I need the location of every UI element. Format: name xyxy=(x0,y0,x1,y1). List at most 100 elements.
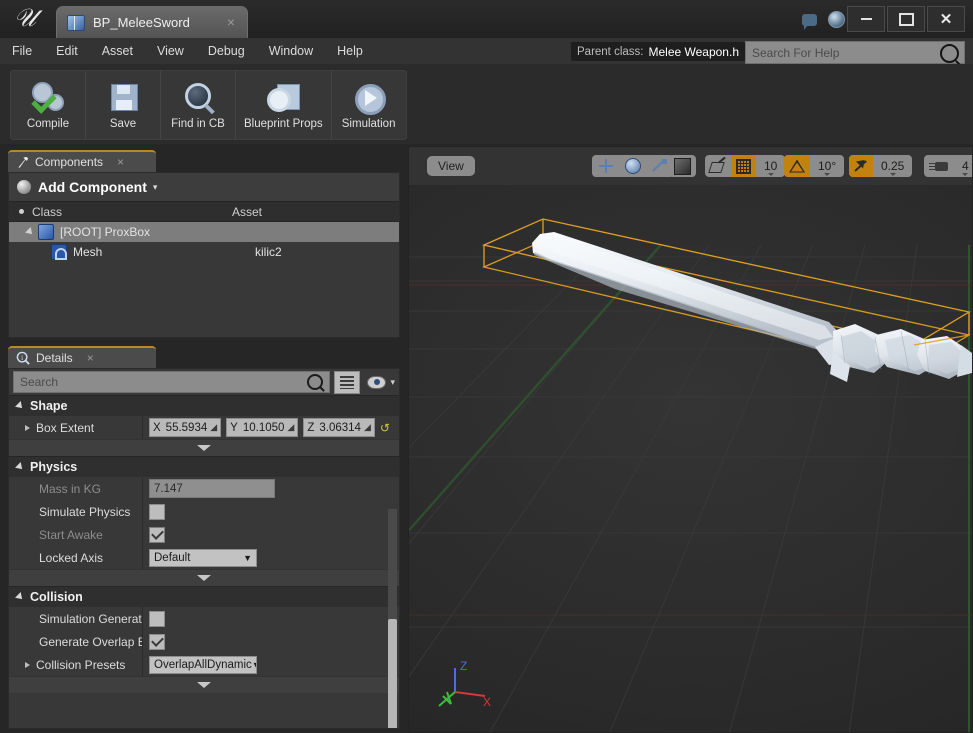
coordinate-system-group xyxy=(669,155,696,177)
compile-button[interactable]: Compile xyxy=(11,71,86,139)
surface-snap-button[interactable] xyxy=(705,155,731,177)
scale-snap-toggle[interactable] xyxy=(849,155,873,177)
chevron-down-icon: ▼ xyxy=(252,660,256,670)
table-row[interactable]: [ROOT] ProxBox xyxy=(9,222,399,242)
components-panel-close-icon[interactable]: × xyxy=(117,155,124,169)
table-row[interactable]: Mesh kilic2 xyxy=(9,242,399,262)
camera-speed-value[interactable]: 4 xyxy=(954,155,972,177)
scale-snap-value[interactable]: 0.25 xyxy=(873,155,912,177)
components-column-header: Class Asset xyxy=(9,201,399,222)
window-controls: ✕ xyxy=(845,6,965,32)
visibility-filter-button[interactable]: ▾ xyxy=(367,375,395,389)
viewport-axis-widget: Z X xyxy=(433,658,493,714)
section-expander-collision[interactable] xyxy=(9,676,399,693)
viewport-3d-scene[interactable]: Z X xyxy=(409,185,972,732)
collapse-triangle-icon xyxy=(15,592,25,602)
menu-item-debug[interactable]: Debug xyxy=(196,38,257,64)
box-extent-y-field[interactable]: Y 10.1050 ◢ xyxy=(226,418,299,437)
property-value xyxy=(143,526,399,543)
reset-to-default-icon[interactable]: ↺ xyxy=(380,421,390,435)
box-component-icon xyxy=(38,224,54,240)
components-panel-tab[interactable]: Components × xyxy=(8,150,156,172)
window-close-button[interactable]: ✕ xyxy=(927,6,965,32)
section-header-collision[interactable]: Collision xyxy=(9,586,399,607)
asset-tab-bp-meleesword[interactable]: BP_MeleeSword × xyxy=(56,6,248,38)
eye-icon xyxy=(367,375,387,389)
details-scrollbar-thumb[interactable] xyxy=(388,619,397,728)
locked-axis-dropdown[interactable]: Default ▼ xyxy=(149,548,257,567)
svg-text:Z: Z xyxy=(460,659,467,673)
details-toolbar: Search ▾ xyxy=(9,369,399,395)
details-panel-close-icon[interactable]: × xyxy=(87,351,94,365)
menu-item-window[interactable]: Window xyxy=(257,38,325,64)
rotate-mode-button[interactable] xyxy=(620,155,646,177)
spinner-icon[interactable]: ◢ xyxy=(210,422,217,433)
simulate-physics-checkbox[interactable] xyxy=(149,503,165,520)
add-component-button[interactable]: Add Component ▾ xyxy=(9,173,399,201)
section-expander-physics[interactable] xyxy=(9,569,399,586)
find-in-cb-button[interactable]: Find in CB xyxy=(161,71,236,139)
column-header-class[interactable]: Class xyxy=(32,205,232,219)
parent-class-value[interactable]: Melee Weapon.h xyxy=(648,45,739,59)
save-button[interactable]: Save xyxy=(86,71,161,139)
simulation-button-label: Simulation xyxy=(341,117,396,130)
simulation-button[interactable]: Simulation xyxy=(332,71,406,139)
spinner-icon[interactable]: ◢ xyxy=(364,422,371,433)
add-component-icon xyxy=(17,180,31,194)
details-search-input[interactable]: Search xyxy=(13,371,331,393)
axis-value-x: 55.5934 xyxy=(165,421,208,434)
property-label[interactable]: Collision Presets xyxy=(9,658,142,672)
column-view-toggle-button[interactable] xyxy=(334,370,361,394)
unreal-logo-icon: 𝒰 xyxy=(13,5,37,32)
collision-presets-dropdown[interactable]: OverlapAllDynamic ▼ xyxy=(149,655,257,674)
browser-globe-icon[interactable] xyxy=(828,11,845,28)
section-header-physics[interactable]: Physics xyxy=(9,456,399,477)
expand-triangle-icon[interactable] xyxy=(25,227,35,237)
box-extent-z-field[interactable]: Z 3.06314 ◢ xyxy=(303,418,375,437)
property-row-box-extent: Box Extent X 55.5934 ◢ Y 10.1050 ◢ Z 3.0… xyxy=(9,416,399,439)
property-value: 7.147 xyxy=(143,479,399,498)
axis-value-z: 3.06314 xyxy=(319,421,361,434)
window-maximize-button[interactable] xyxy=(887,6,925,32)
column-header-asset[interactable]: Asset xyxy=(232,205,262,219)
grid-snap-value[interactable]: 10 xyxy=(756,155,785,177)
grid-snap-group: 10 xyxy=(705,155,786,177)
translate-mode-button[interactable] xyxy=(592,155,620,177)
menu-item-asset[interactable]: Asset xyxy=(90,38,145,64)
angle-snap-value[interactable]: 10° xyxy=(810,155,844,177)
menu-item-help[interactable]: Help xyxy=(325,38,375,64)
box-extent-x-field[interactable]: X 55.5934 ◢ xyxy=(149,418,222,437)
spinner-icon[interactable]: ◢ xyxy=(287,422,294,433)
window-minimize-button[interactable] xyxy=(847,6,885,32)
details-scrollbar[interactable] xyxy=(388,509,397,728)
blueprint-props-button[interactable]: Blueprint Props xyxy=(236,71,332,139)
rotate-gizmo-icon xyxy=(625,158,641,174)
angle-snap-toggle[interactable] xyxy=(784,155,810,177)
menu-item-edit[interactable]: Edit xyxy=(44,38,90,64)
menu-item-file[interactable]: File xyxy=(0,38,44,64)
collision-presets-value: OverlapAllDynamic xyxy=(154,658,252,671)
parent-class-label: Parent class: xyxy=(577,45,644,58)
view-menu-button[interactable]: View xyxy=(427,156,475,176)
coordinate-space-button[interactable] xyxy=(669,155,696,177)
generate-overlap-events-checkbox[interactable] xyxy=(149,633,165,650)
feedback-bubble-icon[interactable] xyxy=(802,13,817,30)
expand-triangle-icon xyxy=(25,661,30,668)
property-value: Default ▼ xyxy=(143,548,399,567)
camera-speed-icon-cell[interactable] xyxy=(924,155,954,177)
asset-tab-close-icon[interactable]: × xyxy=(227,15,235,29)
section-header-shape[interactable]: Shape xyxy=(9,395,399,416)
grid-snap-toggle[interactable] xyxy=(731,155,756,177)
details-panel-tab-label: Details xyxy=(36,351,73,365)
search-icon xyxy=(307,374,324,390)
section-expander-shape[interactable] xyxy=(9,439,399,456)
simulation-generates-hit-events-checkbox[interactable] xyxy=(149,610,165,627)
grid-snap-icon xyxy=(736,158,751,174)
scale-snap-icon xyxy=(854,159,868,173)
world-space-cube-icon xyxy=(674,157,691,175)
camera-speed-icon xyxy=(929,160,949,173)
menu-item-view[interactable]: View xyxy=(145,38,196,64)
help-search-input[interactable]: Search For Help xyxy=(745,41,965,64)
property-label[interactable]: Box Extent xyxy=(9,421,142,435)
details-panel-tab[interactable]: i Details × xyxy=(8,346,156,368)
